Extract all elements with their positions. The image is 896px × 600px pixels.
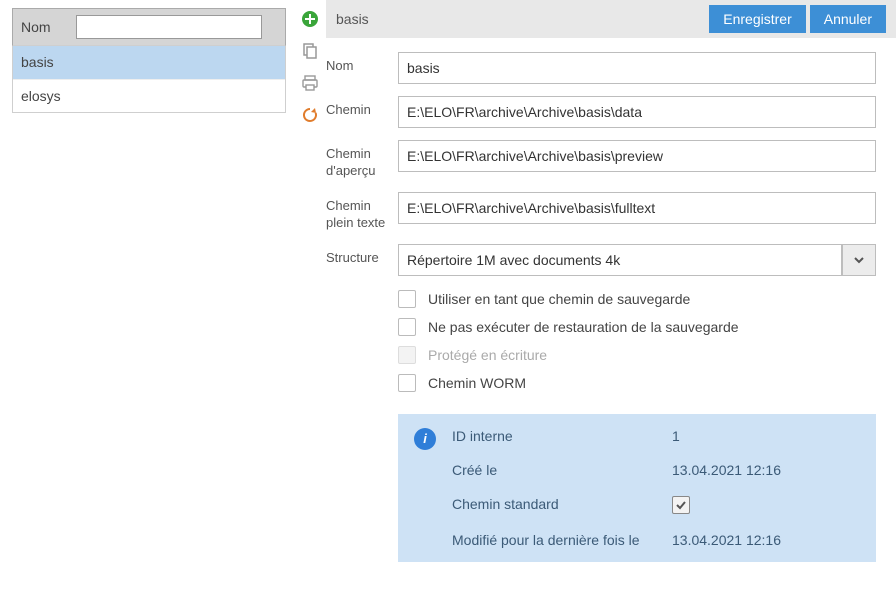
label-fulltext-path: Chemin plein texte (326, 192, 398, 232)
label-structure: Structure (326, 244, 398, 267)
info-value-created: 13.04.2021 12:16 (672, 462, 781, 478)
checkbox-icon[interactable] (398, 374, 416, 392)
detail-header: basis Enregistrer Annuler (326, 0, 896, 38)
info-value-modified: 13.04.2021 12:16 (672, 532, 781, 548)
structure-value[interactable] (398, 244, 842, 276)
copy-icon[interactable] (299, 40, 321, 62)
info-value-internal-id: 1 (672, 428, 781, 444)
label-preview-path: Chemin d'aperçu (326, 140, 398, 180)
list-row[interactable]: basis (13, 46, 285, 79)
checkbox-icon[interactable] (398, 318, 416, 336)
structure-select[interactable] (398, 244, 876, 276)
checkbox-icon[interactable] (398, 290, 416, 308)
list-body: basis elosys (12, 46, 286, 113)
label-path: Chemin (326, 96, 398, 119)
info-value-standard-path (672, 496, 781, 514)
info-icon: i (414, 428, 436, 450)
print-icon[interactable] (299, 72, 321, 94)
name-field[interactable] (398, 52, 876, 84)
column-header-name: Nom (21, 19, 76, 35)
checkbox-write-protected: Protégé en écriture (398, 346, 886, 364)
list-row-label: basis (21, 54, 54, 70)
info-label-internal-id: ID interne (452, 428, 672, 444)
info-label-created: Créé le (452, 462, 672, 478)
checkbox-no-restore[interactable]: Ne pas exécuter de restauration de la sa… (398, 318, 886, 336)
checkbox-block: Utiliser en tant que chemin de sauvegard… (398, 290, 886, 392)
info-label-modified: Modifié pour la dernière fois le (452, 532, 672, 548)
checkbox-label: Protégé en écriture (428, 347, 547, 363)
fulltext-path-field[interactable] (398, 192, 876, 224)
sidebar: Nom basis elosys (0, 0, 294, 600)
checkbox-icon (398, 346, 416, 364)
vertical-toolbar (294, 0, 326, 600)
detail-panel: basis Enregistrer Annuler Nom Chemin Che… (326, 0, 896, 600)
checkbox-label: Utiliser en tant que chemin de sauvegard… (428, 291, 690, 307)
save-button[interactable]: Enregistrer (709, 5, 805, 33)
cancel-button[interactable]: Annuler (810, 5, 886, 33)
info-label-standard-path: Chemin standard (452, 496, 672, 514)
chevron-down-icon[interactable] (842, 244, 876, 276)
checkbox-backup-path[interactable]: Utiliser en tant que chemin de sauvegard… (398, 290, 886, 308)
list-header: Nom (12, 8, 286, 46)
checkbox-label: Ne pas exécuter de restauration de la sa… (428, 319, 739, 335)
reload-icon[interactable] (299, 104, 321, 126)
preview-path-field[interactable] (398, 140, 876, 172)
label-name: Nom (326, 52, 398, 75)
page-title: basis (336, 11, 705, 27)
filter-input[interactable] (76, 15, 262, 39)
standard-path-checked-icon (672, 496, 690, 514)
checkbox-label: Chemin WORM (428, 375, 526, 391)
checkbox-worm[interactable]: Chemin WORM (398, 374, 886, 392)
info-panel: i ID interne 1 Créé le 13.04.2021 12:16 … (398, 414, 876, 562)
add-icon[interactable] (299, 8, 321, 30)
list-row-label: elosys (21, 88, 61, 104)
path-field[interactable] (398, 96, 876, 128)
form: Nom Chemin Chemin d'aperçu Chemin plein … (326, 38, 896, 582)
list-row[interactable]: elosys (13, 79, 285, 112)
